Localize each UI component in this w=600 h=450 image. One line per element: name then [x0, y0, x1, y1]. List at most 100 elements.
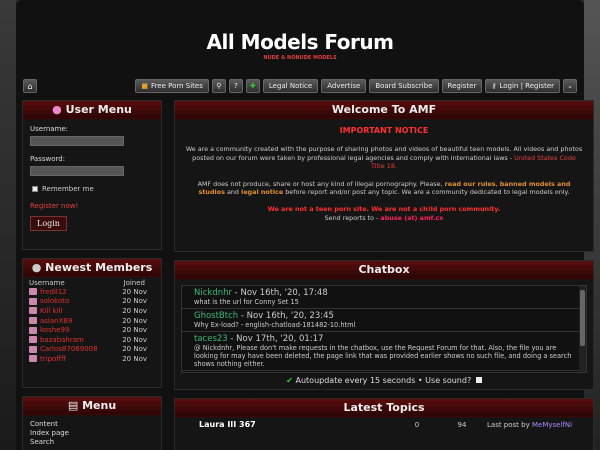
user-icon [29, 355, 37, 363]
col-username: Username [29, 279, 65, 287]
login-button[interactable]: Login [30, 216, 67, 231]
home-button[interactable]: ⌂ [23, 79, 37, 93]
chatbox: Chatbox Nickdnhr - Nov 16th, '20, 17:48 w… [174, 260, 594, 390]
page-bg-left [0, 0, 16, 450]
gift-icon: ■ [141, 82, 149, 90]
flag-button[interactable]: ✚ [245, 79, 260, 93]
member-row: asianX69 20 Nov [23, 316, 161, 326]
warning-text: We are not a teen porn site. We are not … [267, 205, 501, 214]
welcome-box: Welcome To AMF IMPORTANT NOTICE We are a… [174, 100, 594, 252]
welcome-header: Welcome To AMF [175, 101, 593, 119]
legal-notice-button[interactable]: Legal Notice [262, 79, 319, 93]
topic-row[interactable]: Laura III 367 0 94 Last post by MeMyself… [175, 417, 593, 432]
menu-item-index[interactable]: Index page [30, 429, 154, 438]
chat-user[interactable]: Nickdnhr [194, 288, 232, 298]
login-register-button[interactable]: ⚷ Login | Register [485, 79, 560, 93]
latest-topics-box: Latest Topics Laura III 367 0 94 Last po… [174, 398, 594, 450]
menu-box: ▤ Menu Content Index page Search [22, 396, 162, 450]
user-icon [29, 345, 37, 353]
advertise-button[interactable]: Advertise [321, 79, 367, 93]
member-name[interactable]: koshe99 [40, 326, 122, 334]
member-name[interactable]: solokoto [40, 297, 122, 305]
main-content: Welcome To AMF IMPORTANT NOTICE We are a… [174, 100, 594, 450]
welcome-paragraph-2: AMF does not produce, share or host any … [185, 180, 583, 197]
topic-last-post: Last post by MeMyselfNi [487, 421, 587, 429]
register-button[interactable]: Register [441, 79, 483, 93]
menu-header: ▤ Menu [23, 397, 161, 415]
chat-text: what is the url for Conny Set 15 [194, 298, 299, 306]
welcome-paragraph-1: We are a community created with the purp… [185, 145, 583, 170]
menu-item-search[interactable]: Search [30, 438, 154, 447]
users-icon: ● [31, 261, 42, 274]
chat-header: Nickdnhr - Nov 16th, '20, 17:48 [194, 288, 582, 298]
password-label: Password: [30, 155, 66, 163]
search-icon: ⚲ [216, 82, 222, 90]
remember-me[interactable]: Remember me [32, 185, 154, 193]
user-icon [29, 297, 37, 305]
board-subscribe-button[interactable]: Board Subscribe [369, 79, 439, 93]
newest-members-title: Newest Members [45, 261, 153, 274]
navbar: ⌂ ■ Free Porn Sites ⚲ ? ✚ Legal Notice Ad… [20, 76, 580, 96]
menu-title: Menu [82, 399, 117, 412]
member-row: bazabahram 20 Nov [23, 335, 161, 345]
dropdown-button[interactable]: ⌄ [563, 79, 577, 93]
login-register-label: Login | Register [499, 82, 554, 90]
search-button[interactable]: ⚲ [211, 79, 226, 93]
check-icon: ✔ [286, 376, 293, 385]
sound-checkbox[interactable] [475, 377, 482, 383]
remember-me-checkbox[interactable] [32, 186, 38, 192]
menu-item-content[interactable]: Content [30, 420, 154, 429]
chat-user[interactable]: GhostBtch [194, 311, 238, 321]
chat-user[interactable]: taces23 [194, 334, 228, 344]
user-icon: ● [52, 103, 62, 116]
topic-views: 94 [457, 420, 467, 429]
report-email-link[interactable]: abuse (at) amf.cx [380, 214, 443, 222]
left-sidebar: ● User Menu Username: Password: Remember… [22, 100, 162, 450]
col-joined: Joined [123, 279, 145, 287]
member-name[interactable]: Kill kill [40, 307, 122, 315]
flag-icon: ✚ [249, 82, 256, 90]
remember-me-label: Remember me [42, 185, 94, 193]
newest-members-box: ● Newest Members Username Joined fredil1… [22, 258, 162, 388]
legal-notice-link[interactable]: legal notice [241, 188, 283, 196]
chat-message: GhostBtch - Nov 16th, '20, 23:45 Why Ex-l… [182, 309, 586, 332]
username-input[interactable] [30, 136, 124, 146]
member-row: Carlos87069008 20 Nov [23, 345, 161, 355]
user-icon [29, 336, 37, 344]
member-row: Kill kill 20 Nov [23, 306, 161, 316]
members-table-header: Username Joined [23, 279, 161, 287]
chat-header: GhostBtch - Nov 16th, '20, 23:45 [194, 311, 582, 321]
site-tagline: NUDE & NONUDE MODELS [263, 55, 337, 61]
topic-replies: 0 [414, 420, 420, 429]
member-row: tripoffff 20 Nov [23, 354, 161, 364]
faq-button[interactable]: ? [228, 79, 243, 93]
newest-members-header: ● Newest Members [23, 259, 161, 277]
last-post-user[interactable]: MeMyselfNi [532, 421, 572, 429]
key-icon: ⚷ [491, 82, 497, 90]
last-post-label: Last post by [487, 420, 530, 429]
member-name[interactable]: fredil12 [40, 288, 122, 296]
member-name[interactable]: asianX69 [40, 317, 122, 325]
user-menu-box: ● User Menu Username: Password: Remember… [22, 100, 162, 250]
password-input[interactable] [30, 166, 124, 176]
member-joined: 20 Nov [122, 345, 147, 354]
member-name[interactable]: bazabahram [40, 336, 122, 344]
free-porn-sites-button[interactable]: ■ Free Porn Sites [135, 79, 209, 93]
site-logo[interactable]: All Models Forum [16, 30, 584, 54]
rules-link[interactable]: read our rules [445, 180, 496, 188]
menu-icon: ▤ [67, 399, 79, 412]
autoupdate-line: ✔ Autoupdate every 15 seconds • Use soun… [175, 373, 593, 388]
chatbox-header: Chatbox [175, 261, 593, 279]
member-name[interactable]: Carlos87069008 [40, 345, 122, 353]
chat-scrollbar[interactable] [579, 286, 586, 372]
register-now-link[interactable]: Register now! [30, 202, 154, 210]
chat-meta: - Nov 16th, '20, 17:48 [231, 288, 328, 298]
chat-text: Why Ex-load? - english-chatload-181482-1… [194, 321, 356, 329]
member-name[interactable]: tripoffff [40, 355, 122, 363]
username-label: Username: [30, 125, 69, 133]
chat-messages[interactable]: Nickdnhr - Nov 16th, '20, 17:48 what is t… [181, 285, 587, 373]
topic-title[interactable]: Laura III 367 [181, 420, 397, 429]
chat-scrollbar-thumb[interactable] [580, 290, 585, 346]
chat-header: taces23 - Nov 17th, '20, 01:17 [194, 334, 582, 344]
member-row: solokoto 20 Nov [23, 297, 161, 307]
